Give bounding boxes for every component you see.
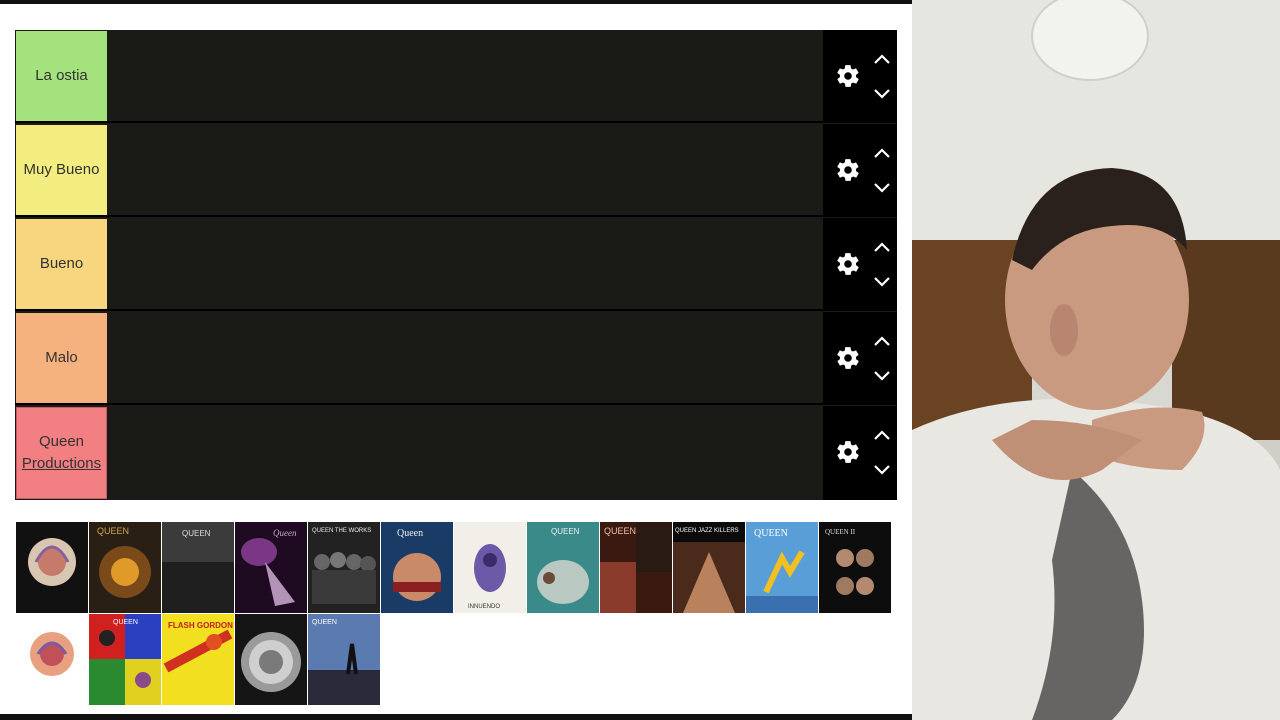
gear-icon[interactable] xyxy=(835,251,861,277)
album-cover-text: INNUENDO xyxy=(468,604,500,610)
album-cover-12[interactable]: QUEEN II xyxy=(819,522,891,613)
tier-label-bueno[interactable]: Bueno xyxy=(16,219,107,309)
tier-drop-zone[interactable] xyxy=(108,406,822,500)
gear-icon[interactable] xyxy=(835,63,861,89)
tier-label-la-ostia[interactable]: La ostia xyxy=(16,31,107,121)
tier-row-4: Malo xyxy=(15,312,897,405)
chevron-down-icon[interactable] xyxy=(873,181,891,195)
chevron-down-icon[interactable] xyxy=(873,463,891,477)
gear-icon[interactable] xyxy=(835,345,861,371)
tier-label-text: La ostia xyxy=(35,67,88,84)
album-cover-text: QUEEN xyxy=(97,526,129,536)
tier-drop-zone[interactable] xyxy=(108,218,822,309)
tier-controls xyxy=(823,30,897,123)
webcam-video xyxy=(912,0,1280,720)
album-cover-17[interactable]: QUEEN xyxy=(308,614,380,705)
tier-label-text: Muy Bueno xyxy=(23,161,100,178)
album-cover-15[interactable]: FLASH GORDON xyxy=(162,614,234,705)
tier-row-1: La ostia xyxy=(15,30,897,123)
chevron-down-icon[interactable] xyxy=(873,275,891,289)
album-cover-text: QUEEN xyxy=(604,526,636,536)
chevron-up-icon[interactable] xyxy=(873,428,891,442)
album-cover-13[interactable] xyxy=(16,614,88,705)
gear-icon[interactable] xyxy=(835,439,861,465)
album-cover-11[interactable]: QUEEN xyxy=(746,522,818,613)
chevron-up-icon[interactable] xyxy=(873,52,891,66)
album-cover-text: FLASH GORDON xyxy=(168,621,233,630)
tier-label-queen-productions[interactable]: Queen Productions xyxy=(16,407,107,499)
album-cover-text: QUEEN JAZZ KILLERS xyxy=(675,528,739,534)
album-cover-4[interactable]: Queen xyxy=(235,522,307,613)
chevron-up-icon[interactable] xyxy=(873,146,891,160)
tier-controls xyxy=(823,312,897,405)
tier-label-muy-bueno[interactable]: Muy Bueno xyxy=(16,125,107,215)
tier-controls xyxy=(823,124,897,217)
album-cover-text: Queen xyxy=(273,528,297,538)
album-cover-14[interactable]: QUEEN xyxy=(89,614,161,705)
album-cover-1[interactable] xyxy=(16,522,88,613)
album-cover-text: QUEEN II xyxy=(825,528,856,536)
tier-label-text-line2: Productions xyxy=(21,455,102,472)
album-cover-8[interactable]: QUEEN xyxy=(527,522,599,613)
album-cover-text: QUEEN xyxy=(312,619,337,626)
album-cover-9[interactable]: QUEEN xyxy=(600,522,672,613)
chevron-down-icon[interactable] xyxy=(873,87,891,101)
chevron-up-icon[interactable] xyxy=(873,334,891,348)
album-cover-10[interactable]: QUEEN JAZZ KILLERS xyxy=(673,522,745,613)
gear-icon[interactable] xyxy=(835,157,861,183)
tier-label-text-line1: Queen xyxy=(38,433,85,450)
tier-list-page: La ostia Muy Bueno Bueno Malo Queen Prod… xyxy=(0,0,912,720)
album-cover-bank: QUEEN QUEEN Queen QUEEN THE WORKS Queen … xyxy=(16,522,896,706)
album-cover-16[interactable] xyxy=(235,614,307,705)
top-border xyxy=(0,0,912,4)
tier-controls xyxy=(823,406,897,500)
tier-list: La ostia Muy Bueno Bueno Malo Queen Prod… xyxy=(15,30,897,500)
album-cover-text: QUEEN xyxy=(113,619,138,626)
tier-drop-zone[interactable] xyxy=(108,124,822,215)
tier-row-3: Bueno xyxy=(15,218,897,311)
tier-label-malo[interactable]: Malo xyxy=(16,313,107,403)
album-cover-7[interactable]: INNUENDO xyxy=(454,522,526,613)
tier-controls xyxy=(823,218,897,311)
chevron-up-icon[interactable] xyxy=(873,240,891,254)
album-cover-text: QUEEN xyxy=(182,529,211,538)
tier-drop-zone[interactable] xyxy=(108,30,822,121)
tier-drop-zone[interactable] xyxy=(108,312,822,403)
album-cover-5[interactable]: QUEEN THE WORKS xyxy=(308,522,380,613)
tier-label-text: Bueno xyxy=(39,255,84,272)
album-cover-6[interactable]: Queen xyxy=(381,522,453,613)
album-cover-3[interactable]: QUEEN xyxy=(162,522,234,613)
album-cover-text: QUEEN THE WORKS xyxy=(312,528,371,534)
tier-row-5: Queen Productions xyxy=(15,406,897,500)
bottom-border xyxy=(0,714,912,720)
chevron-down-icon[interactable] xyxy=(873,369,891,383)
tier-label-text: Malo xyxy=(45,349,78,366)
album-cover-text: QUEEN xyxy=(754,528,788,539)
album-cover-text: QUEEN xyxy=(551,527,580,536)
album-cover-2[interactable]: QUEEN xyxy=(89,522,161,613)
tier-row-2: Muy Bueno xyxy=(15,124,897,217)
album-cover-text: Queen xyxy=(397,528,423,539)
